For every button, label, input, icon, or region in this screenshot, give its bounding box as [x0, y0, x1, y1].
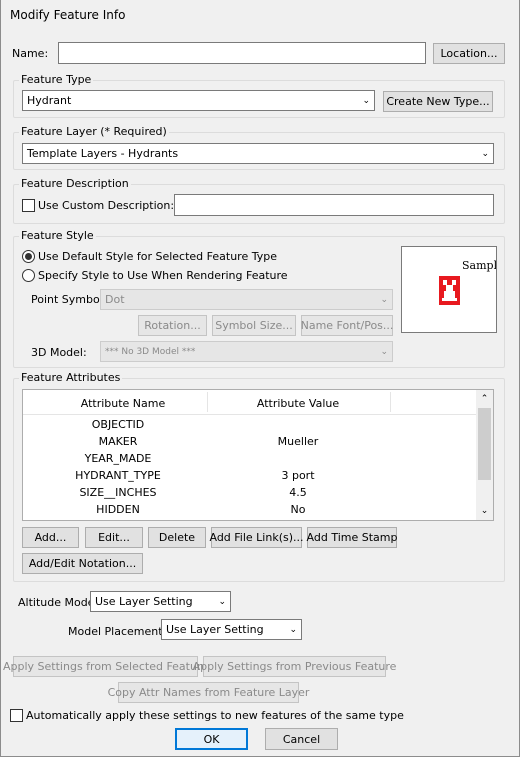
table-row[interactable]: MAKER Mueller	[23, 433, 475, 450]
chevron-down-icon: ⌄	[289, 624, 297, 635]
attr-name: HYDRANT_TYPE	[75, 469, 161, 482]
copy-attr-names-button[interactable]: Copy Attr Names from Feature Layer	[108, 682, 309, 703]
point-symbol-value: Dot	[105, 293, 125, 306]
radio-default-style[interactable]	[22, 250, 35, 263]
attr-name: YEAR_MADE	[84, 452, 152, 465]
model-placement-select[interactable]: Use Layer Setting ⌄	[161, 619, 302, 640]
scroll-up-arrow-icon[interactable]: ⌃	[476, 392, 493, 406]
auto-apply-checkbox[interactable]	[10, 709, 23, 722]
name-label: Name:	[12, 47, 49, 60]
custom-description-input[interactable]	[174, 194, 494, 216]
attributes-table[interactable]: Attribute Name Attribute Value OBJECTID …	[22, 389, 494, 521]
feature-description-title: Feature Description	[19, 177, 131, 190]
chevron-down-icon: ⌄	[481, 148, 489, 159]
edit-attribute-button[interactable]: Edit...	[85, 527, 143, 548]
model-value: *** No 3D Model ***	[105, 346, 196, 357]
scrollbar-thumb[interactable]	[478, 408, 491, 480]
model-select[interactable]: *** No 3D Model *** ⌄	[100, 341, 393, 362]
chevron-down-icon: ⌄	[380, 294, 388, 305]
scroll-down-arrow-icon[interactable]: ⌄	[476, 504, 493, 518]
attr-name: OBJECTID	[91, 418, 145, 431]
add-attribute-button[interactable]: Add...	[22, 527, 79, 548]
window-title: Modify Feature Info	[10, 8, 126, 22]
feature-layer-value: Template Layers - Hydrants	[27, 147, 179, 160]
table-header: Attribute Name Attribute Value	[23, 390, 478, 415]
model-placement-label: Model Placement:	[68, 625, 167, 638]
chevron-down-icon: ⌄	[362, 95, 370, 106]
chevron-down-icon: ⌄	[218, 596, 226, 607]
feature-type-title: Feature Type	[19, 73, 94, 86]
radio-specify-style-label: Specify Style to Use When Rendering Feat…	[38, 269, 288, 282]
chevron-down-icon: ⌄	[380, 346, 388, 357]
preview-label: Sample	[462, 259, 497, 272]
point-symbol-select[interactable]: Dot ⌄	[100, 289, 393, 310]
rotation-button[interactable]: Rotation...	[138, 315, 207, 336]
table-row[interactable]: SIZE__INCHES 4.5	[23, 484, 475, 501]
column-header-value[interactable]: Attribute Value	[233, 397, 363, 410]
custom-description-checkbox[interactable]	[22, 199, 35, 212]
apply-from-previous-button[interactable]: Apply Settings from Previous Feature	[193, 656, 396, 677]
create-new-type-button[interactable]: Create New Type...	[383, 91, 493, 112]
auto-apply-label: Automatically apply these settings to ne…	[26, 709, 404, 722]
symbol-size-button[interactable]: Symbol Size...	[212, 315, 296, 336]
feature-layer-select[interactable]: Template Layers - Hydrants ⌄	[22, 143, 494, 164]
radio-default-style-label: Use Default Style for Selected Feature T…	[38, 250, 277, 263]
model-placement-value: Use Layer Setting	[166, 623, 264, 636]
table-row[interactable]: OBJECTID	[23, 416, 475, 433]
altitude-mode-select[interactable]: Use Layer Setting ⌄	[90, 591, 231, 612]
location-button[interactable]: Location...	[433, 43, 505, 64]
feature-attributes-title: Feature Attributes	[19, 371, 123, 384]
feature-type-value: Hydrant	[27, 94, 72, 107]
add-edit-notation-button[interactable]: Add/Edit Notation...	[22, 553, 143, 574]
vertical-scrollbar[interactable]: ⌃ ⌄	[476, 390, 493, 520]
add-time-stamp-button[interactable]: Add Time Stamp	[307, 527, 397, 548]
attr-value: 3 port	[281, 469, 315, 482]
attr-name: HIDDEN	[96, 503, 140, 516]
table-row[interactable]: YEAR_MADE	[23, 450, 475, 467]
radio-specify-style[interactable]	[22, 269, 35, 282]
feature-style-title: Feature Style	[19, 229, 96, 242]
add-file-links-button[interactable]: Add File Link(s)...	[209, 527, 304, 548]
altitude-mode-value: Use Layer Setting	[95, 595, 193, 608]
name-font-button[interactable]: Name Font/Pos...	[301, 315, 393, 336]
custom-description-label: Use Custom Description:	[38, 199, 175, 212]
radio-selected-dot	[25, 253, 32, 260]
attr-name: MAKER	[98, 435, 138, 448]
delete-attribute-button[interactable]: Delete	[148, 527, 206, 548]
apply-from-selected-button[interactable]: Apply Settings from Selected Feature	[3, 656, 208, 677]
attr-value: No	[290, 503, 306, 516]
column-divider	[390, 392, 391, 412]
attr-name: SIZE__INCHES	[79, 486, 157, 499]
column-divider	[207, 392, 208, 412]
model-label: 3D Model:	[31, 346, 87, 359]
feature-layer-title: Feature Layer (* Required)	[19, 125, 169, 138]
column-header-name[interactable]: Attribute Name	[63, 397, 183, 410]
ok-button[interactable]: OK	[175, 728, 248, 750]
point-symbol-label: Point Symbol	[31, 293, 103, 306]
name-input[interactable]	[58, 42, 426, 64]
attr-value: Mueller	[277, 435, 319, 448]
style-preview: Sample	[401, 246, 497, 333]
cancel-button[interactable]: Cancel	[265, 728, 338, 750]
altitude-mode-label: Altitude Mode:	[18, 596, 99, 609]
table-row[interactable]: HIDDEN No	[23, 501, 475, 518]
table-row[interactable]: HYDRANT_TYPE 3 port	[23, 467, 475, 484]
feature-type-select[interactable]: Hydrant ⌄	[22, 90, 375, 111]
attr-value: 4.5	[289, 486, 307, 499]
